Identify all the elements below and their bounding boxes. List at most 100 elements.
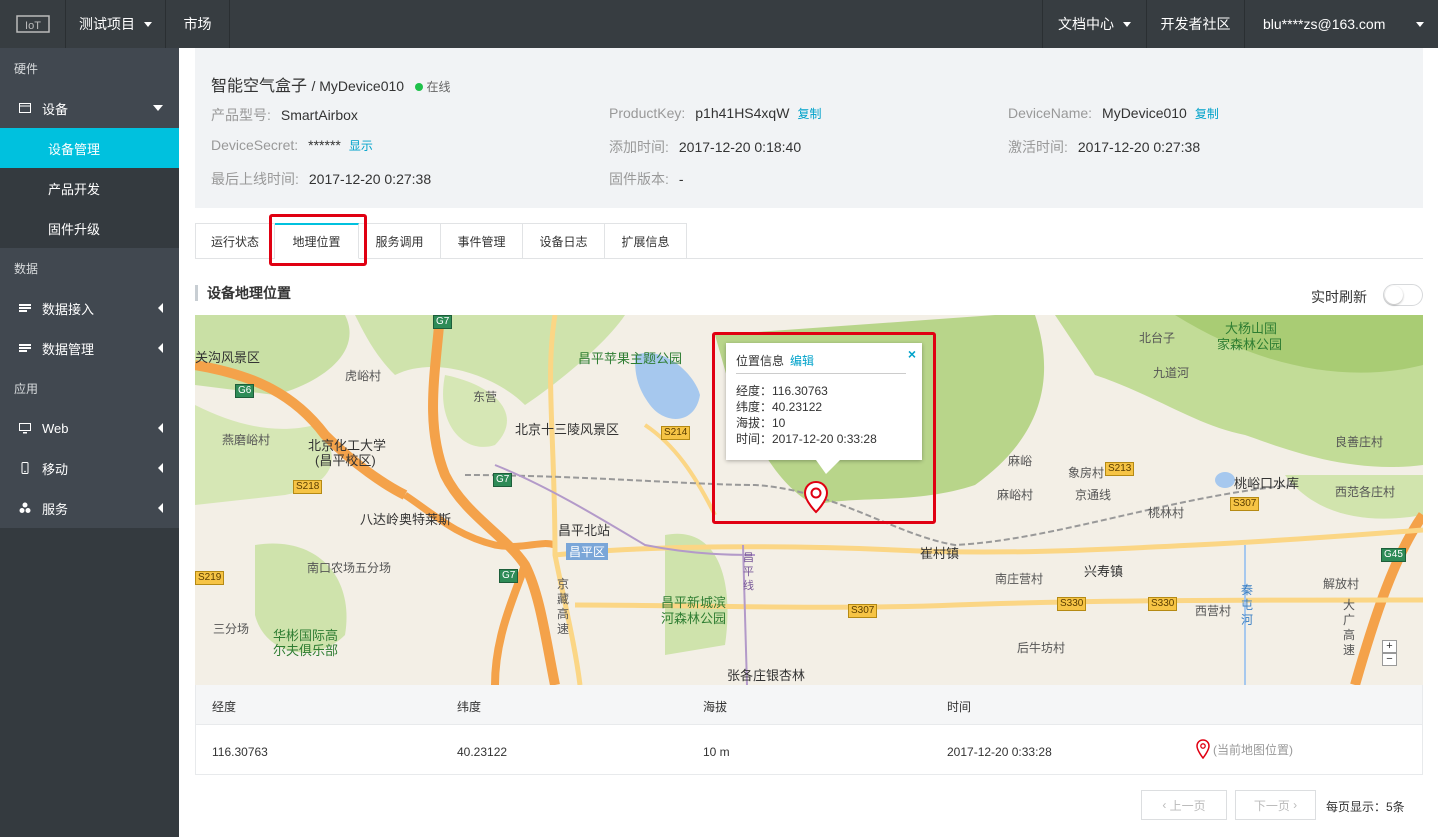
sidebar-item-device[interactable]: 设备 (0, 88, 179, 128)
map-label: 东营 (473, 390, 498, 404)
chevron-right-icon: › (1289, 798, 1298, 812)
sidebar-item-firmware[interactable]: 固件升级 (0, 208, 179, 248)
highlight-box-tab (269, 214, 367, 266)
docs-dropdown[interactable]: 文档中心 (1042, 0, 1146, 48)
column-header: 纬度 (457, 700, 482, 714)
road-shield: S219 (195, 571, 225, 585)
sidebar-item-label: Web (42, 420, 69, 436)
online-status-dot (414, 82, 423, 91)
community-label: 开发者社区 (1160, 16, 1231, 32)
chevron-left-icon (158, 423, 163, 433)
chevron-left-icon (158, 303, 163, 313)
realtime-toggle[interactable] (1383, 284, 1423, 306)
cubes-icon (18, 501, 32, 515)
field-productkey: ProductKey: p1h41HS4xqW 复制 (609, 105, 821, 122)
copy-productkey-link[interactable]: 复制 (797, 107, 821, 121)
monitor-icon (18, 421, 32, 435)
project-label: 测试项目 (79, 16, 135, 32)
copy-devicename-link[interactable]: 复制 (1195, 107, 1219, 121)
map-label: 兴寿镇 (1084, 564, 1124, 579)
chevron-down-icon (153, 105, 163, 111)
field-label: 添加时间: (609, 139, 669, 155)
chevron-left-icon (158, 463, 163, 473)
sidebar-group-hardware: 硬件 (0, 48, 179, 88)
map-label: 西营村 (1195, 604, 1232, 618)
prev-label: 上一页 (1169, 798, 1206, 813)
page-size-label: 每页显示：5条 (1326, 800, 1405, 814)
column-header: 海拔 (703, 700, 728, 714)
project-dropdown[interactable]: 测试项目 (66, 0, 166, 48)
current-location-link[interactable]: (当前地图位置) (1196, 739, 1293, 759)
tab-extended-info[interactable]: 扩展信息 (605, 223, 687, 259)
next-page-button[interactable]: 下一页 › (1235, 790, 1316, 820)
map-label: 京通线 (1075, 488, 1112, 502)
zoom-out-button[interactable]: − (1382, 653, 1397, 666)
map-label: 京藏高速 (557, 577, 570, 636)
sidebar-item-data-manage[interactable]: 数据管理 (0, 328, 179, 368)
sidebar-item-product-dev[interactable]: 产品开发 (0, 168, 179, 208)
sidebar-group-data: 数据 (0, 248, 179, 288)
sidebar-item-label: 移动 (42, 461, 69, 477)
map-label: 昌平北站 (558, 523, 611, 538)
road-shield: S330 (1148, 597, 1178, 611)
tab-events[interactable]: 事件管理 (441, 223, 523, 259)
realtime-label: 实时刷新 (1311, 289, 1367, 305)
map-label: 解放村 (1323, 577, 1360, 591)
sidebar-item-label: 数据管理 (42, 341, 95, 357)
svg-text:IoT: IoT (25, 20, 41, 32)
road-shield: G7 (493, 473, 513, 487)
tab-device-log[interactable]: 设备日志 (523, 223, 605, 259)
device-icon (18, 101, 32, 115)
road-shield: G6 (235, 384, 255, 398)
chevron-down-icon (144, 21, 152, 27)
field-value: ****** (308, 137, 341, 153)
chevron-left-icon (158, 503, 163, 513)
cell-time: 2017-12-20 0:33:28 (947, 745, 1052, 759)
map-label: 麻峪村 (997, 488, 1034, 502)
road-shield: S307 (848, 604, 878, 618)
map-label: 桃林村 (1148, 506, 1185, 520)
road-shield: S218 (293, 480, 323, 494)
map-label: 昌平区 (566, 543, 609, 560)
column-header: 时间 (947, 700, 972, 714)
field-model: 产品型号: SmartAirbox (211, 105, 358, 125)
location-table: 经度 纬度 海拔 时间 116.30763 40.23122 10 m 2017… (195, 685, 1423, 775)
market-link[interactable]: 市场 (166, 0, 230, 48)
road-shield: S213 (1105, 462, 1135, 476)
field-last-online: 最后上线时间: 2017-12-20 0:27:38 (211, 169, 431, 189)
field-value: 2017-12-20 0:27:38 (1077, 139, 1201, 155)
sidebar-item-service[interactable]: 服务 (0, 488, 179, 528)
chevron-left-icon (158, 343, 163, 353)
map-label: 八达岭奥特莱斯 (360, 512, 452, 527)
map-label: 三分场 (213, 622, 250, 636)
field-value: - (678, 171, 684, 187)
map-label: 家森林公园 (1217, 337, 1283, 352)
product-name: 智能空气盒子 (211, 78, 308, 95)
sidebar-item-web[interactable]: Web (0, 408, 179, 448)
sidebar-item-label: 设备 (42, 101, 69, 117)
field-label: 激活时间: (1008, 139, 1068, 155)
sidebar-filler (0, 528, 179, 837)
chevron-down-icon (1123, 21, 1131, 27)
sidebar-item-data-access[interactable]: 数据接入 (0, 288, 179, 328)
map-label: 张各庄银杏林 (727, 668, 806, 683)
logo[interactable]: IoT (0, 0, 66, 48)
tab-service-call[interactable]: 服务调用 (359, 223, 441, 259)
sidebar-item-mobile[interactable]: 移动 (0, 448, 179, 488)
sidebar-item-device-manage[interactable]: 设备管理 (0, 128, 179, 168)
zoom-in-button[interactable]: + (1382, 640, 1397, 653)
map-label: 九道河 (1153, 366, 1190, 380)
road-shield: G7 (499, 569, 519, 583)
field-secret: DeviceSecret: ****** 显示 (211, 137, 373, 154)
sidebar-item-label: 服务 (42, 501, 69, 517)
road-shield: S214 (661, 426, 691, 440)
prev-page-button[interactable]: ‹ 上一页 (1141, 790, 1227, 820)
user-dropdown[interactable]: blu****zs@163.com (1244, 0, 1438, 48)
tab-runtime[interactable]: 运行状态 (195, 223, 275, 259)
main-content: 智能空气盒子 / MyDevice010 在线 产品型号: SmartAirbox… (179, 48, 1438, 837)
community-link[interactable]: 开发者社区 (1146, 0, 1244, 48)
show-secret-link[interactable]: 显示 (349, 139, 373, 153)
field-label: ProductKey: (609, 105, 686, 121)
map-label: 后牛坊村 (1017, 641, 1066, 655)
map-label: 昌平线 (743, 552, 754, 592)
